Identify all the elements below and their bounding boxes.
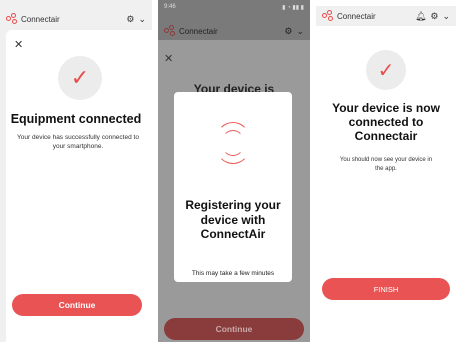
brand-name: Connectair bbox=[337, 11, 376, 21]
screen-device-connected: Connectair 🔔︎ ⚙ ⌄ ✓ Your device is now c… bbox=[316, 0, 456, 342]
settings-icon[interactable]: ⚙ bbox=[284, 26, 292, 37]
close-icon[interactable]: ✕ bbox=[164, 52, 173, 65]
brand-logo: Connectair bbox=[6, 13, 60, 25]
dialog-title: Registering your device with ConnectAir bbox=[185, 198, 281, 241]
brand-name: Connectair bbox=[21, 14, 60, 24]
wifi-signal-icon: ▮ ◔ ▮▮ ▮ bbox=[282, 5, 304, 11]
app-bar-dimmed: Connectair ⚙ ⌄ bbox=[158, 20, 310, 42]
continue-button-disabled: Continue bbox=[164, 318, 304, 340]
logo-icon bbox=[322, 10, 334, 22]
brand-logo: Connectair bbox=[322, 10, 376, 22]
connected-sheet: ✕ ✓ Equipment connected Your device has … bbox=[6, 30, 152, 342]
registering-dialog: Registering your device with ConnectAir … bbox=[174, 92, 292, 282]
chevron-down-icon[interactable]: ⌄ bbox=[442, 11, 450, 22]
continue-button[interactable]: Continue bbox=[12, 294, 142, 316]
settings-icon[interactable]: ⚙ bbox=[126, 14, 134, 25]
page-title: Equipment connected bbox=[10, 112, 142, 126]
app-bar: Connectair 🔔︎ ⚙ ⌄ bbox=[316, 6, 456, 26]
app-bar: Connectair ⚙ ⌄ bbox=[0, 8, 152, 30]
brand-logo-dimmed: Connectair bbox=[164, 25, 218, 37]
chevron-down-icon[interactable]: ⌄ bbox=[138, 14, 146, 25]
settings-icon[interactable]: ⚙ bbox=[430, 11, 438, 22]
screen-equipment-connected: Connectair ⚙ ⌄ ✕ ✓ Equipment connected Y… bbox=[0, 0, 152, 342]
check-icon: ✓ bbox=[58, 56, 102, 100]
bell-icon[interactable]: 🔔︎ bbox=[415, 11, 426, 22]
logo-icon bbox=[164, 25, 176, 37]
logo-icon bbox=[6, 13, 18, 25]
check-icon: ✓ bbox=[366, 50, 406, 90]
status-bar: 9:46 ▮ ◔ ▮▮ ▮ bbox=[158, 4, 310, 14]
dialog-note: This may take a few minutes bbox=[191, 270, 275, 277]
screen-registering: 9:46 ▮ ◔ ▮▮ ▮ Connectair ⚙ ⌄ ✕ Your devi… bbox=[158, 0, 310, 342]
status-time: 9:46 bbox=[164, 4, 176, 10]
finish-button[interactable]: FINISH bbox=[322, 278, 450, 300]
page-title: Your device is now connected to Connecta… bbox=[332, 101, 440, 143]
page-subtitle: Your device has successfully connected t… bbox=[17, 134, 139, 150]
chevron-down-icon[interactable]: ⌄ bbox=[296, 26, 304, 37]
close-icon[interactable]: ✕ bbox=[14, 38, 23, 51]
brand-name: Connectair bbox=[179, 26, 218, 36]
page-subtitle: You should now see your device in the ap… bbox=[339, 157, 433, 172]
